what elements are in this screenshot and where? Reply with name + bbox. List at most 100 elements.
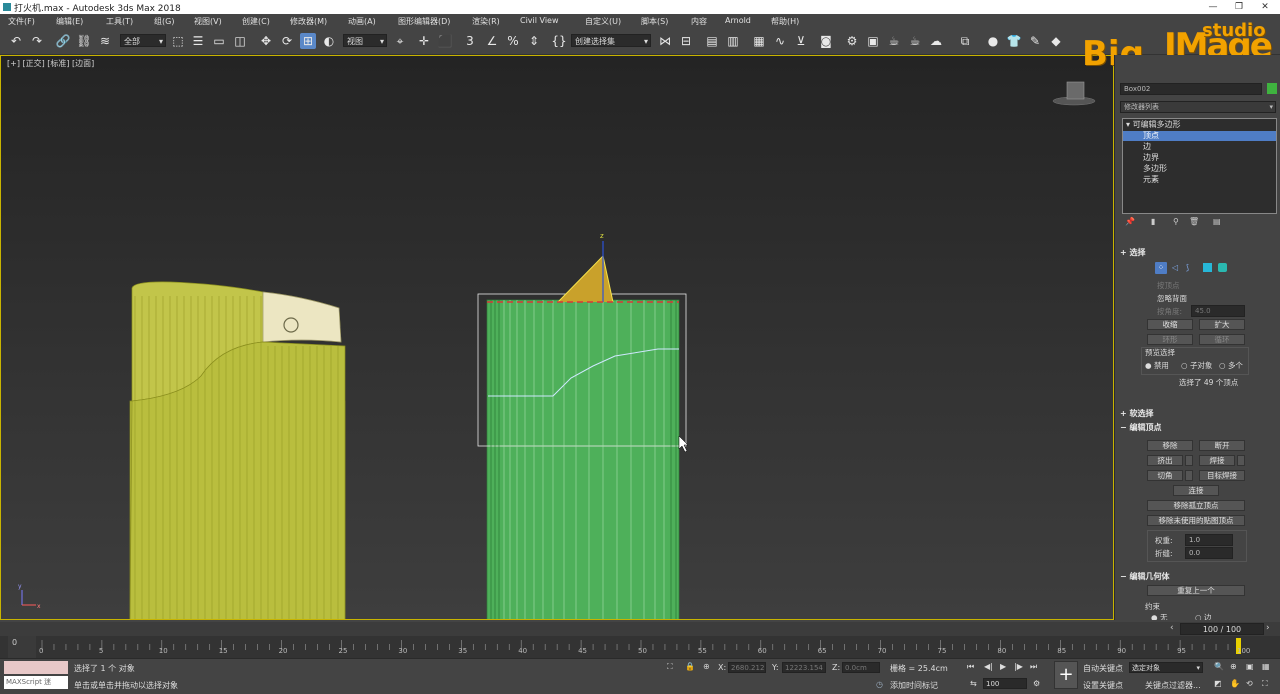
layer-explorer-icon[interactable]: ▥ [725,33,741,49]
constraint-edge-radio[interactable]: ○ 边 [1195,612,1211,620]
select-manipulate-icon[interactable]: ✛ [416,33,432,49]
ring-button[interactable]: 环形 [1147,334,1193,345]
key-mode-icon[interactable]: ⇆ [970,679,977,688]
menu-edit[interactable]: 编辑(E) [56,16,83,27]
maxscript-listener-input[interactable]: MAXScript 迷 [4,676,68,689]
zoom-extents-all-icon[interactable]: ▦ [1262,662,1270,671]
previous-key-icon[interactable]: ◀| [984,662,993,671]
redo-icon[interactable]: ↷ [29,33,45,49]
time-config-icon[interactable]: ⚙ [1033,679,1040,688]
angle-snap-icon[interactable]: ∠ [484,33,500,49]
box002-mesh[interactable] [477,241,687,619]
crease-field[interactable]: 0.0 [1185,547,1233,559]
curve-editor-icon[interactable]: ∿ [772,33,788,49]
shrink-button[interactable]: 收缩 [1147,319,1193,330]
stack-item-polygon[interactable]: 多边形 [1123,164,1276,174]
play-icon[interactable]: ▶ [1000,662,1006,671]
preview-subobject-radio[interactable]: ○ 子对象 [1181,360,1212,371]
target-weld-button[interactable]: 目标焊接 [1199,470,1245,481]
sphere-icon[interactable]: ● [985,33,1001,49]
toggle-ribbon-icon[interactable]: ⧉ [957,33,973,49]
menu-tools[interactable]: 工具(T) [106,16,133,27]
rotate-icon[interactable]: ⟳ [279,33,295,49]
shirt-icon[interactable]: 👕 [1006,33,1022,49]
border-level-icon[interactable]: ⟆ [1186,262,1189,274]
viewcube-icon[interactable] [1052,81,1096,106]
x-coordinate-field[interactable]: 2680.212 [728,662,766,673]
constraint-none-radio[interactable]: ● 无 [1151,612,1167,620]
track-bar[interactable]: 0 0 5 10 15 20 25 30 35 40 45 50 55 60 65 70 75 80 85 90 95… [0,636,1280,658]
menu-help[interactable]: 帮助(H) [771,16,799,27]
render-production-icon[interactable]: ☕ [886,33,902,49]
orbit-icon[interactable]: ⟲ [1246,679,1253,688]
rollout-edit-vertices-header[interactable]: − 编辑顶点 [1120,422,1276,433]
bind-space-warp-icon[interactable]: ≋ [97,33,113,49]
current-frame-field[interactable]: 100 [983,678,1027,689]
remove-button[interactable]: 移除 [1147,440,1193,451]
break-button[interactable]: 断开 [1199,440,1245,451]
remove-isolated-vertices-button[interactable]: 移除孤立顶点 [1147,500,1245,511]
selection-filter-dropdown[interactable]: 全部 ▾ [120,34,166,47]
isolate-selection-icon[interactable]: ⛶ [667,662,673,672]
window-crossing-icon[interactable]: ◫ [232,33,248,49]
lock-selection-icon[interactable]: 🔒 [685,662,695,671]
pivot-center-icon[interactable]: ⌖ [392,33,408,49]
prev-frame-icon[interactable]: ‹ [1170,623,1174,633]
weld-settings-button[interactable] [1237,455,1245,466]
stack-item-edge[interactable]: 边 [1123,142,1276,152]
scene-explorer-icon[interactable]: ▤ [704,33,720,49]
element-level-icon[interactable] [1218,263,1227,272]
key-filters-button[interactable]: 关键点过滤器... [1145,680,1201,691]
vertex-level-icon[interactable]: ⁘ [1155,262,1167,274]
configure-sets-icon[interactable]: ▤ [1213,217,1221,226]
render-cloud-icon[interactable]: ☁ [928,33,944,49]
next-frame-icon[interactable]: › [1266,623,1270,633]
undo-icon[interactable]: ↶ [8,33,24,49]
weld-button[interactable]: 焊接 [1199,455,1235,466]
rollout-selection-header[interactable]: + 选择 [1120,247,1276,258]
modifier-list-dropdown[interactable]: 修改器列表 ▾ [1120,101,1276,113]
time-slider[interactable]: 100 / 100 › ‹ [0,622,1280,636]
maxscript-listener-top[interactable] [4,661,68,674]
lighter-mesh[interactable] [129,281,346,619]
edge-level-icon[interactable]: ◁ [1172,262,1178,274]
object-color-swatch[interactable] [1267,83,1277,94]
snaps-toggle-icon[interactable]: 3 [462,33,478,49]
ignore-backfacing-checkbox[interactable]: 忽略背面 [1157,293,1187,304]
rollout-soft-selection-header[interactable]: + 软选择 [1120,408,1276,419]
next-key-icon[interactable]: |▶ [1014,662,1023,671]
chamfer-button[interactable]: 切角 [1147,470,1183,481]
stack-item-border[interactable]: 边界 [1123,153,1276,163]
menu-group[interactable]: 组(G) [154,16,174,27]
select-by-name-icon[interactable]: ☰ [190,33,206,49]
minimize-icon[interactable]: — [1200,0,1226,14]
set-key-button[interactable]: 设置关键点 [1083,680,1123,691]
repeat-last-button[interactable]: 重复上一个 [1147,585,1245,596]
material-editor-icon[interactable]: ◙ [818,33,834,49]
zoom-all-icon[interactable]: ⊕ [1230,662,1237,671]
by-vertex-checkbox[interactable]: 按顶点 [1157,280,1180,291]
go-to-end-icon[interactable]: ⏭ [1030,662,1037,672]
menu-customize[interactable]: 自定义(U) [585,16,621,27]
polygon-level-icon[interactable] [1203,263,1212,272]
edit-named-selection-icon[interactable]: {} [551,33,567,49]
rect-selection-icon[interactable]: ▭ [211,33,227,49]
weight-field[interactable]: 1.0 [1185,534,1233,546]
chamfer-settings-button[interactable] [1185,470,1193,481]
brush-icon[interactable]: ✎ [1027,33,1043,49]
grow-button[interactable]: 扩大 [1199,319,1245,330]
menu-civil-view[interactable]: Civil View [520,16,559,25]
key-mode-dropdown[interactable]: 选定对象 ▾ [1129,662,1203,673]
zoom-extents-icon[interactable]: ▣ [1246,662,1254,671]
go-to-start-icon[interactable]: ⏮ [967,662,974,672]
mirror-icon[interactable]: ⋈ [657,33,673,49]
set-key-plus-icon[interactable]: + [1054,661,1078,689]
move-icon[interactable]: ✥ [258,33,274,49]
scale-icon[interactable]: ⊞ [300,33,316,49]
by-angle-checkbox[interactable]: 按角度: [1157,306,1182,317]
show-end-result-icon[interactable]: ▮ [1151,217,1155,226]
preview-off-radio[interactable]: ● 禁用 [1145,360,1169,371]
spinner-snap-icon[interactable]: ⇕ [526,33,542,49]
preview-multiple-radio[interactable]: ○ 多个 [1219,360,1243,371]
object-name-field[interactable]: Box002 [1120,83,1262,95]
